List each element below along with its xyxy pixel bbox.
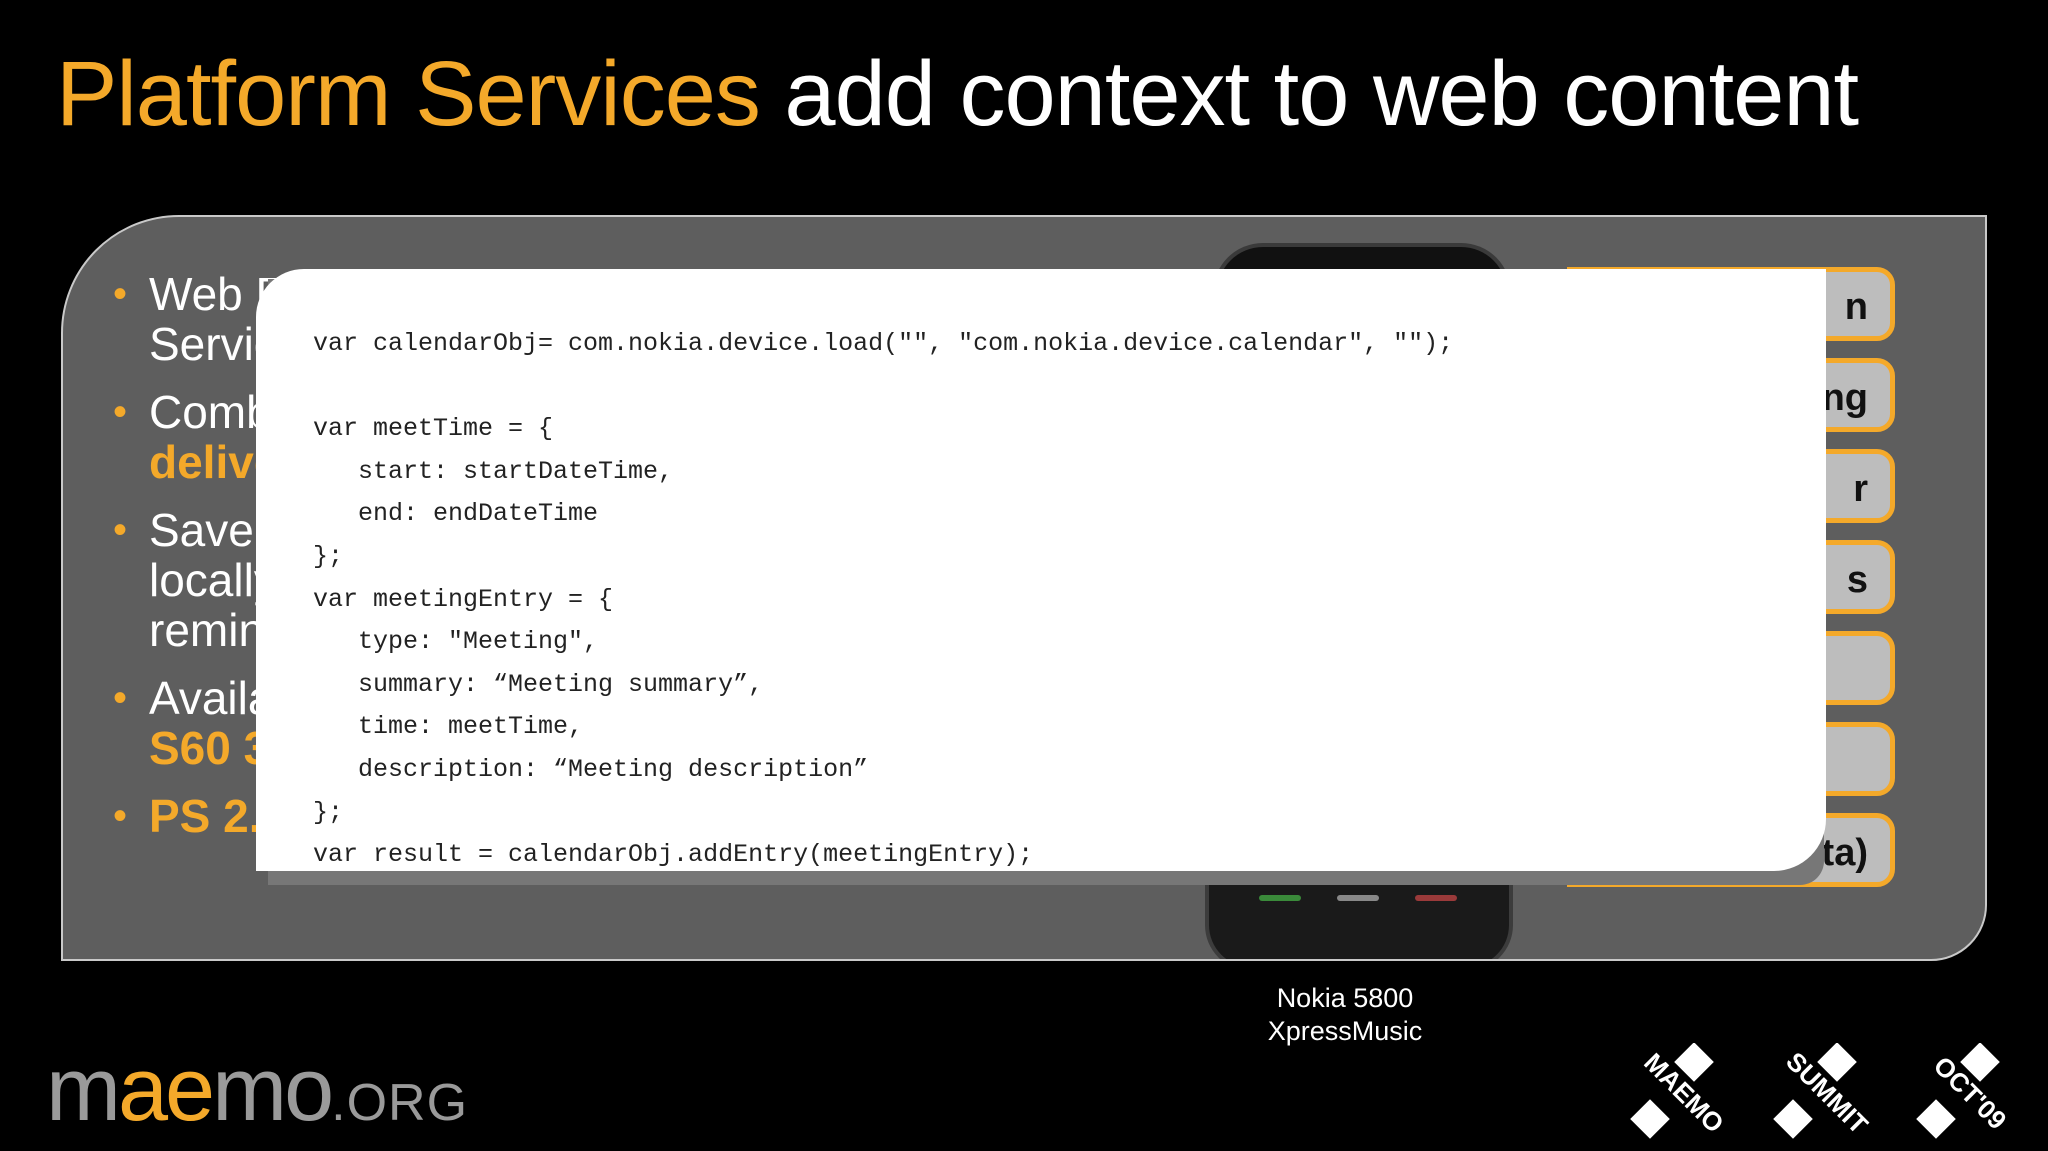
code-snippet-box: var calendarObj= com.nokia.device.load("… — [256, 269, 1826, 871]
oct09-badge-icon: OCT'09 — [1916, 1043, 2013, 1139]
menu-key-icon — [1337, 895, 1379, 901]
title-rest: add context to web content — [759, 43, 1859, 145]
slide-title: Platform Services add context to web con… — [56, 42, 1859, 147]
title-highlight: Platform Services — [56, 43, 761, 145]
code-snippet: var calendarObj= com.nokia.device.load("… — [313, 329, 1454, 870]
summit-badge-icon: SUMMIT — [1773, 1043, 1873, 1140]
call-key-icon — [1259, 895, 1301, 901]
maemo-summit-badge-icon: MAEMO — [1630, 1043, 1730, 1139]
maemo-logo: maemo.ORG — [46, 1040, 469, 1140]
end-key-icon — [1415, 895, 1457, 901]
device-caption: Nokia 5800 XpressMusic — [1267, 983, 1423, 1046]
